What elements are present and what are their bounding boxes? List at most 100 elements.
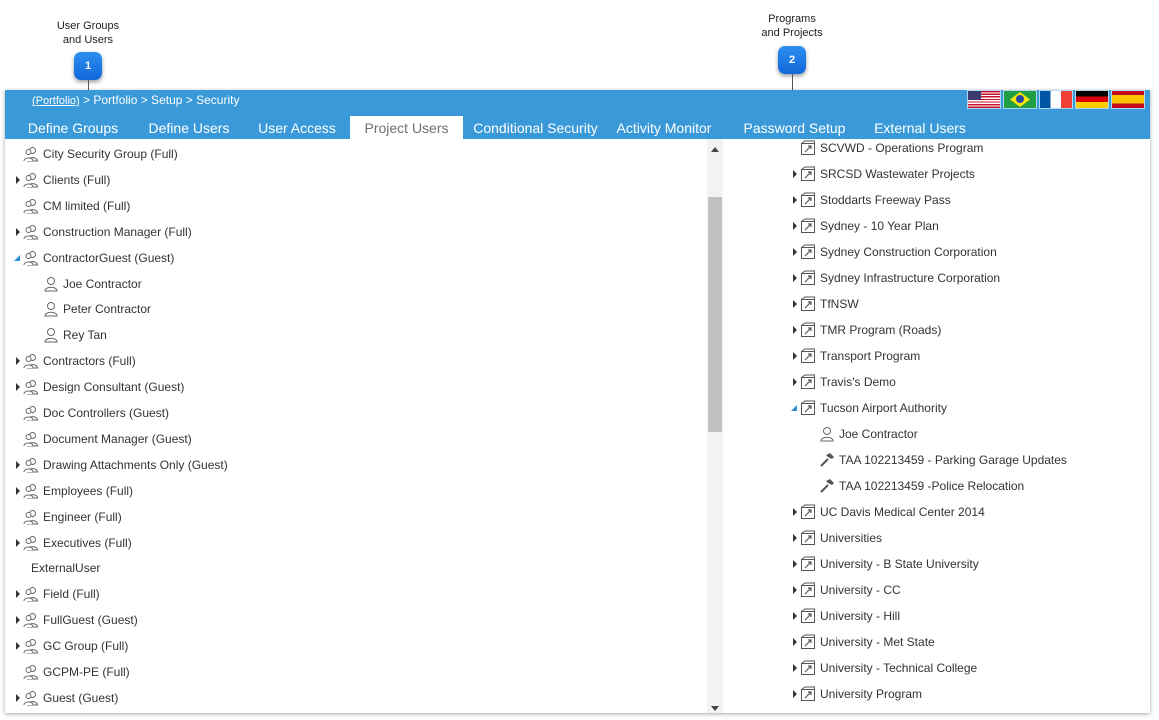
expand-arrow-icon[interactable] — [791, 248, 799, 256]
expand-arrow-icon[interactable] — [14, 693, 22, 702]
left-tree-group-drawing-attachments-only-guest[interactable]: Drawing Attachments Only (Guest) — [14, 452, 228, 478]
expand-arrow-icon[interactable] — [14, 616, 22, 625]
expand-arrow-icon[interactable] — [791, 690, 799, 698]
right-tree-program-tfnsw[interactable]: TfNSW — [791, 291, 859, 317]
left-tree-scrollbar[interactable] — [707, 139, 723, 713]
right-tree-program-uc-davis-medical-center-2014[interactable]: UC Davis Medical Center 2014 — [791, 499, 985, 525]
left-tree-group-design-consultant-guest[interactable]: Design Consultant (Guest) — [14, 374, 184, 400]
left-tree-group-contractors-full[interactable]: Contractors (Full) — [14, 348, 136, 374]
tab-password-setup[interactable]: Password Setup — [737, 116, 852, 139]
expand-arrow-icon[interactable] — [791, 534, 799, 542]
scroll-thumb[interactable] — [708, 197, 722, 432]
left-tree-text-externaluser[interactable]: ExternalUser — [31, 555, 100, 581]
right-tree-program-sydney-10-year-plan[interactable]: Sydney - 10 Year Plan — [791, 213, 939, 239]
expand-arrow-icon[interactable] — [14, 357, 22, 366]
left-tree-group-clients-full[interactable]: Clients (Full) — [14, 167, 110, 193]
right-tree-program-university-b-state-university[interactable]: University - B State University — [791, 551, 979, 577]
program-folder-icon — [800, 296, 816, 312]
expand-arrow-icon[interactable] — [791, 586, 799, 594]
expand-arrow-icon[interactable] — [14, 538, 22, 547]
right-tree-item-label: TfNSW — [820, 297, 859, 311]
right-tree-program-stoddarts-freeway-pass[interactable]: Stoddarts Freeway Pass — [791, 187, 951, 213]
left-tree-group-guest-guest[interactable]: Guest (Guest) — [14, 685, 118, 711]
expand-arrow-icon[interactable] — [791, 196, 799, 204]
right-tree-program-travis-s-demo[interactable]: Travis's Demo — [791, 369, 896, 395]
right-tree-program-universities[interactable]: Universities — [791, 525, 882, 551]
collapse-arrow-icon[interactable] — [14, 254, 22, 262]
expand-arrow-icon[interactable] — [791, 560, 799, 568]
left-tree-item-label: CM limited (Full) — [43, 198, 131, 213]
right-tree-program-university-program[interactable]: University Program — [791, 681, 922, 707]
right-tree-program-university-cc[interactable]: University - CC — [791, 577, 901, 603]
right-tree-item-label: University - Hill — [820, 609, 901, 623]
left-tree-group-contractorguest-guest[interactable]: ContractorGuest (Guest) — [14, 245, 174, 271]
tab-project-users[interactable]: Project Users — [350, 116, 463, 139]
left-tree-user-peter-contractor[interactable]: Peter Contractor — [43, 296, 151, 322]
left-tree-group-document-manager-guest[interactable]: Document Manager (Guest) — [23, 426, 192, 452]
right-tree-program-university-hill[interactable]: University - Hill — [791, 603, 900, 629]
expand-arrow-icon[interactable] — [791, 170, 799, 178]
tab-user-access[interactable]: User Access — [247, 116, 347, 139]
flag-spain-icon[interactable] — [1112, 91, 1144, 108]
scroll-down-arrow-icon[interactable] — [711, 706, 719, 711]
expand-arrow-icon[interactable] — [791, 508, 799, 516]
right-tree-program-srcsd-wastewater-projects[interactable]: SRCSD Wastewater Projects — [791, 161, 975, 187]
expand-arrow-icon[interactable] — [791, 326, 799, 334]
program-folder-icon — [800, 322, 816, 338]
expand-arrow-icon[interactable] — [14, 460, 22, 469]
scroll-up-arrow-icon[interactable] — [711, 147, 719, 152]
tab-define-users[interactable]: Define Users — [139, 116, 239, 139]
tab-external-users[interactable]: External Users — [867, 116, 973, 139]
program-folder-icon — [800, 348, 816, 364]
left-tree-group-employees-full[interactable]: Employees (Full) — [14, 478, 133, 504]
expand-arrow-icon[interactable] — [14, 227, 22, 236]
left-tree-group-field-full[interactable]: Field (Full) — [14, 581, 100, 607]
expand-arrow-icon[interactable] — [791, 222, 799, 230]
left-tree-group-city-security-group-full[interactable]: City Security Group (Full) — [23, 141, 178, 167]
left-tree-group-executives-full[interactable]: Executives (Full) — [14, 530, 132, 556]
left-tree-item-label: Employees (Full) — [43, 483, 134, 498]
breadcrumb-portfolio-link[interactable]: (Portfolio) — [32, 95, 80, 107]
expand-arrow-icon[interactable] — [791, 664, 799, 672]
expand-arrow-icon[interactable] — [791, 352, 799, 360]
expand-arrow-icon[interactable] — [14, 383, 22, 392]
right-tree-project-taa-102213459-police-relocation[interactable]: TAA 102213459 -Police Relocation — [819, 473, 1024, 499]
left-tree-user-rey-tan[interactable]: Rey Tan — [43, 322, 107, 348]
left-tree-group-engineer-full[interactable]: Engineer (Full) — [23, 504, 122, 530]
flag-germany-icon[interactable] — [1076, 91, 1108, 108]
flag-brazil-icon[interactable] — [1004, 91, 1036, 108]
right-tree-user-joe-contractor[interactable]: Joe Contractor — [819, 421, 918, 447]
right-tree-program-sydney-infrastructure-corporation[interactable]: Sydney Infrastructure Corporation — [791, 265, 1000, 291]
right-tree-program-sydney-construction-corporation[interactable]: Sydney Construction Corporation — [791, 239, 997, 265]
expand-arrow-icon[interactable] — [791, 612, 799, 620]
left-tree-user-joe-contractor[interactable]: Joe Contractor — [43, 271, 142, 297]
left-tree-group-doc-controllers-guest[interactable]: Doc Controllers (Guest) — [23, 400, 169, 426]
expand-arrow-icon[interactable] — [14, 590, 22, 599]
collapse-arrow-icon[interactable] — [791, 404, 799, 412]
right-tree-program-scvwd-operations-program[interactable]: SCVWD - Operations Program — [800, 139, 983, 161]
right-tree-project-taa-102213459-parking-garage-updates[interactable]: TAA 102213459 - Parking Garage Updates — [819, 447, 1067, 473]
expand-arrow-icon[interactable] — [791, 300, 799, 308]
left-tree-group-cm-limited-full[interactable]: CM limited (Full) — [23, 193, 130, 219]
flag-france-icon[interactable] — [1040, 91, 1072, 108]
right-tree-program-transport-program[interactable]: Transport Program — [791, 343, 920, 369]
tab-conditional-security[interactable]: Conditional Security — [468, 116, 603, 139]
expand-arrow-icon[interactable] — [791, 378, 799, 386]
left-tree-group-construction-manager-full[interactable]: Construction Manager (Full) — [14, 219, 192, 245]
left-tree-group-gcpm-pe-full[interactable]: GCPM-PE (Full) — [23, 659, 130, 685]
right-tree-program-tucson-airport-authority[interactable]: Tucson Airport Authority — [791, 395, 947, 421]
expand-arrow-icon[interactable] — [14, 486, 22, 495]
expand-arrow-icon[interactable] — [791, 638, 799, 646]
user-group-icon — [23, 483, 39, 499]
right-tree-program-tmr-program-roads[interactable]: TMR Program (Roads) — [791, 317, 941, 343]
expand-arrow-icon[interactable] — [14, 175, 22, 184]
expand-arrow-icon[interactable] — [791, 274, 799, 282]
right-tree-program-university-technical-college[interactable]: University - Technical College — [791, 655, 977, 681]
flag-us-icon[interactable] — [968, 91, 1000, 108]
left-tree-group-gc-group-full[interactable]: GC Group (Full) — [14, 633, 128, 659]
left-tree-group-fullguest-guest[interactable]: FullGuest (Guest) — [14, 607, 138, 633]
tab-activity-monitor[interactable]: Activity Monitor — [608, 116, 720, 139]
right-tree-program-university-met-state[interactable]: University - Met State — [791, 629, 935, 655]
expand-arrow-icon[interactable] — [14, 642, 22, 651]
tab-define-groups[interactable]: Define Groups — [13, 116, 133, 139]
